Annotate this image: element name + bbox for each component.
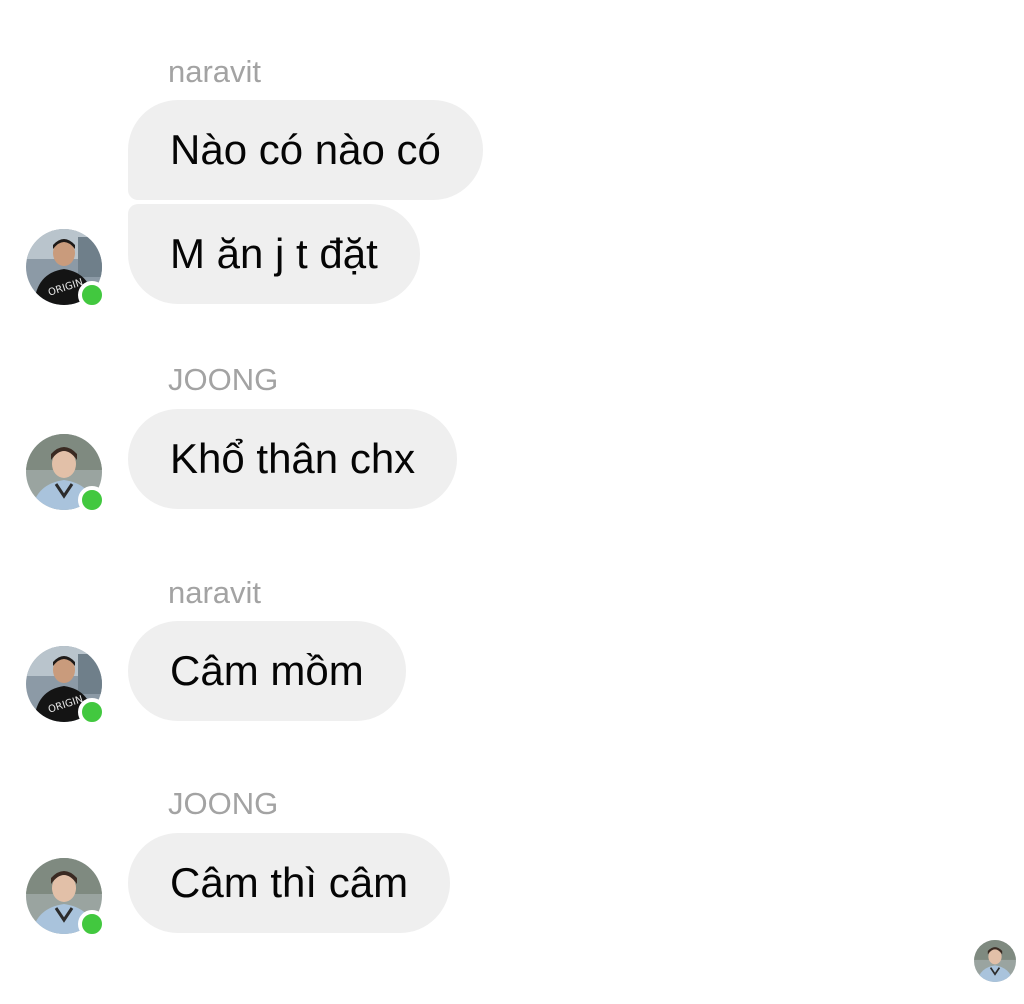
message-bubble[interactable]: Câm thì câm xyxy=(128,833,451,933)
sender-name: naravit xyxy=(168,575,262,610)
naravit-avatar[interactable]: ORIGIN xyxy=(26,646,106,726)
online-status-indicator xyxy=(78,698,106,726)
sender-name: naravit xyxy=(168,54,262,89)
sender-name: JOONG xyxy=(168,362,279,397)
online-status-indicator xyxy=(78,910,106,938)
online-status-indicator xyxy=(78,281,106,309)
message-bubble[interactable]: Khổ thân chx xyxy=(128,409,458,509)
read-receipt-avatar-icon[interactable] xyxy=(974,940,1016,982)
message-bubble[interactable]: Câm mồm xyxy=(128,621,406,721)
person-in-light-shirt-avatar-icon xyxy=(974,940,1016,982)
joong-avatar[interactable] xyxy=(26,434,106,514)
sender-name: JOONG xyxy=(168,786,279,821)
joong-avatar[interactable] xyxy=(26,858,106,938)
online-status-indicator xyxy=(78,486,106,514)
naravit-avatar[interactable]: ORIGIN xyxy=(26,229,106,309)
message-bubble[interactable]: M ăn j t đặt xyxy=(128,204,420,304)
message-bubble[interactable]: Nào có nào có xyxy=(128,100,483,200)
